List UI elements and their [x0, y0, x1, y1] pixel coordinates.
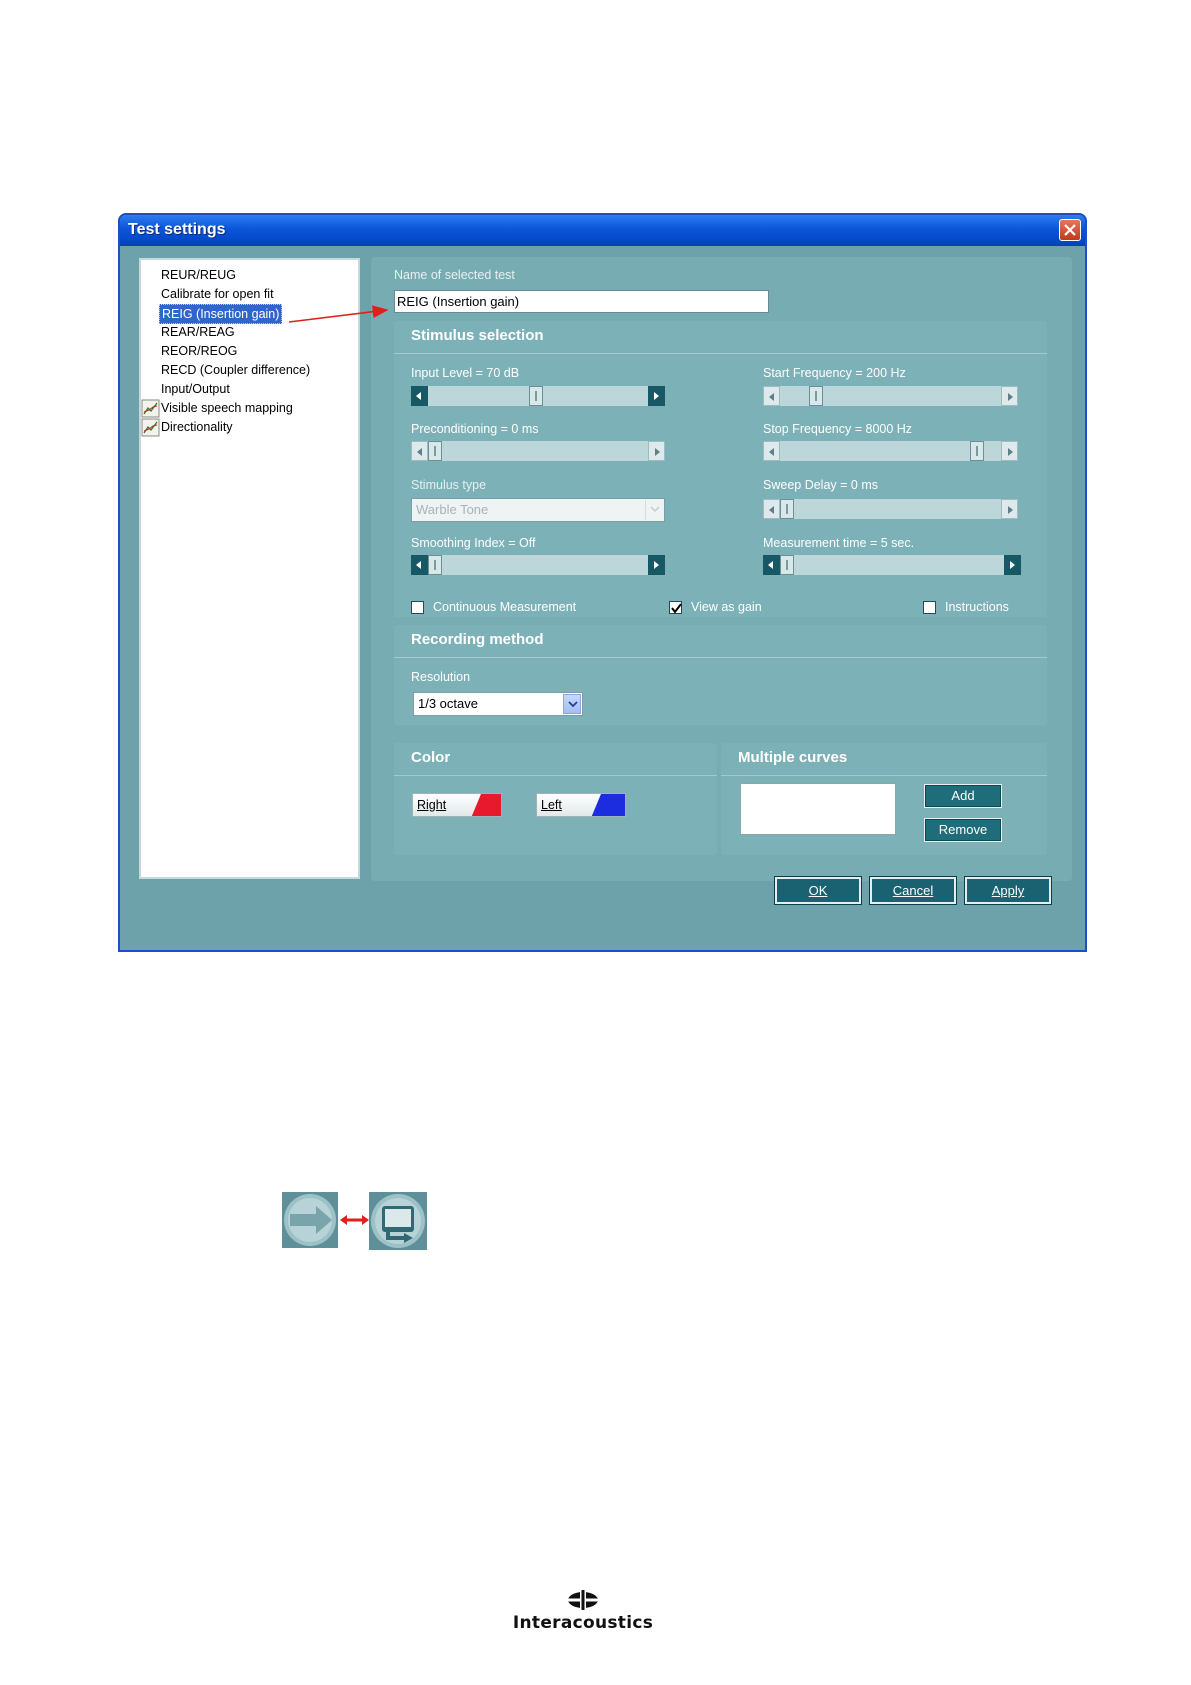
- right-color-label: Right: [417, 798, 447, 812]
- interacoustics-logo: Interacoustics: [508, 1590, 658, 1633]
- double-arrow-icon: [340, 1215, 369, 1225]
- screen-return-icon: [369, 1192, 427, 1250]
- logo-mark-icon: [568, 1590, 598, 1610]
- navigation-icons: [282, 1192, 427, 1250]
- left-color-label: Left: [541, 798, 562, 812]
- brand-name: Interacoustics: [512, 1613, 654, 1633]
- annotation-arrow-icon: [288, 305, 389, 323]
- arrow-right-icon: [282, 1192, 338, 1248]
